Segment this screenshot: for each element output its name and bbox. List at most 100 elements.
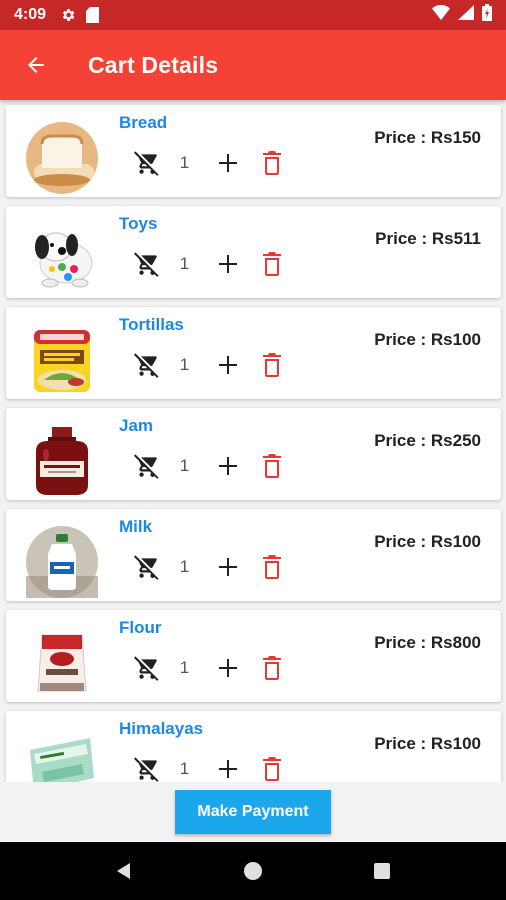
nav-recents-square-icon — [373, 863, 390, 879]
delete-item-button[interactable] — [257, 350, 287, 380]
cart-item-tortillas: Tortillas Price : Rs100 1 — [6, 307, 501, 399]
remove-shopping-cart-icon — [134, 656, 159, 681]
remove-from-cart-button[interactable] — [132, 754, 162, 782]
settings-gear-icon — [60, 7, 76, 23]
product-image-milk — [24, 526, 100, 598]
remove-from-cart-button[interactable] — [132, 653, 162, 683]
trash-icon — [263, 555, 281, 579]
item-price: Price : Rs100 — [374, 734, 481, 753]
remove-shopping-cart-icon — [134, 151, 159, 176]
remove-from-cart-button[interactable] — [132, 552, 162, 582]
cart-item-toys: Toys Price : Rs511 1 — [6, 206, 501, 298]
product-image-bread — [24, 122, 100, 194]
plus-icon — [219, 760, 237, 778]
delete-item-button[interactable] — [257, 451, 287, 481]
cart-item-bread: Bread Price : Rs150 1 — [6, 105, 501, 197]
quantity-value: 1 — [179, 355, 190, 374]
increase-quantity-button[interactable] — [213, 754, 243, 782]
quantity-value: 1 — [179, 456, 190, 475]
quantity-controls: 1 — [132, 450, 287, 482]
item-name: Bread — [119, 113, 168, 132]
app-bar: Cart Details — [0, 30, 506, 100]
remove-from-cart-button[interactable] — [132, 350, 162, 380]
plus-icon — [219, 659, 237, 677]
nav-back-triangle-icon — [117, 863, 131, 879]
product-image-himalayas — [24, 729, 100, 782]
increase-quantity-button[interactable] — [213, 148, 243, 178]
plus-icon — [219, 558, 237, 576]
quantity-value: 1 — [179, 254, 190, 273]
item-price: Price : Rs250 — [374, 431, 481, 450]
status-time: 4:09 — [14, 6, 47, 23]
trash-icon — [263, 757, 281, 781]
arrow-back-icon — [28, 57, 44, 73]
item-price: Price : Rs150 — [374, 128, 481, 147]
quantity-value: 1 — [179, 658, 190, 677]
page-title: Cart Details — [88, 51, 219, 78]
cart-list[interactable]: Bread Price : Rs150 1 Toys Price: Rs511… — [0, 100, 506, 782]
trash-icon — [263, 252, 281, 276]
remove-from-cart-button[interactable] — [132, 249, 162, 279]
cart-item-jam: Jam Price : Rs250 1 — [6, 408, 501, 500]
remove-shopping-cart-icon — [134, 454, 159, 479]
delete-item-button[interactable] — [257, 552, 287, 582]
increase-quantity-button[interactable] — [213, 653, 243, 683]
back-button[interactable] — [18, 47, 54, 83]
cart-item-himalayas: Himalayas Price : Rs100 1 — [6, 711, 501, 782]
item-name: Toys — [119, 214, 158, 233]
item-price: Price : Rs800 — [374, 633, 481, 652]
system-navigation-bar — [0, 842, 506, 900]
remove-from-cart-button[interactable] — [132, 451, 162, 481]
item-price: Price : Rs100 — [374, 330, 481, 349]
item-name: Flour — [119, 618, 162, 637]
product-image-toys — [24, 224, 100, 294]
trash-icon — [263, 656, 281, 680]
item-name: Tortillas — [119, 315, 184, 334]
increase-quantity-button[interactable] — [213, 249, 243, 279]
wifi-icon — [432, 5, 450, 25]
quantity-controls: 1 — [132, 147, 287, 179]
cart-item-milk: Milk Price : Rs100 1 — [6, 509, 501, 601]
quantity-value: 1 — [179, 759, 190, 778]
status-bar: 4:09 — [0, 0, 506, 30]
nav-back-button[interactable] — [104, 851, 144, 891]
delete-item-button[interactable] — [257, 653, 287, 683]
item-name: Himalayas — [119, 719, 204, 738]
product-image-tortillas — [24, 325, 100, 395]
trash-icon — [263, 353, 281, 377]
nav-home-button[interactable] — [233, 851, 273, 891]
nav-home-circle-icon — [243, 862, 262, 880]
item-price: Price : Rs100 — [374, 532, 481, 551]
remove-shopping-cart-icon — [134, 353, 159, 378]
increase-quantity-button[interactable] — [213, 451, 243, 481]
increase-quantity-button[interactable] — [213, 350, 243, 380]
product-image-jam — [24, 426, 100, 496]
quantity-controls: 1 — [132, 652, 287, 684]
cell-signal-icon — [458, 5, 474, 25]
plus-icon — [219, 154, 237, 172]
delete-item-button[interactable] — [257, 148, 287, 178]
remove-shopping-cart-icon — [134, 555, 159, 580]
sd-card-icon — [86, 7, 100, 23]
delete-item-button[interactable] — [257, 249, 287, 279]
quantity-controls: 1 — [132, 248, 287, 280]
remove-shopping-cart-icon — [134, 757, 159, 782]
quantity-value: 1 — [179, 557, 190, 576]
trash-icon — [263, 454, 281, 478]
item-name: Jam — [119, 416, 154, 435]
increase-quantity-button[interactable] — [213, 552, 243, 582]
quantity-controls: 1 — [132, 551, 287, 583]
plus-icon — [219, 457, 237, 475]
remove-from-cart-button[interactable] — [132, 148, 162, 178]
make-payment-button[interactable]: Make Payment — [175, 790, 331, 834]
quantity-controls: 1 — [132, 349, 287, 381]
delete-item-button[interactable] — [257, 754, 287, 782]
nav-recents-button[interactable] — [362, 851, 402, 891]
product-image-flour — [24, 628, 100, 698]
remove-shopping-cart-icon — [134, 252, 159, 277]
payment-footer: Make Payment — [0, 782, 506, 842]
plus-icon — [219, 255, 237, 273]
cart-item-flour: Flour Price : Rs800 1 — [6, 610, 501, 702]
battery-icon — [482, 4, 492, 26]
item-name: Milk — [119, 517, 153, 536]
